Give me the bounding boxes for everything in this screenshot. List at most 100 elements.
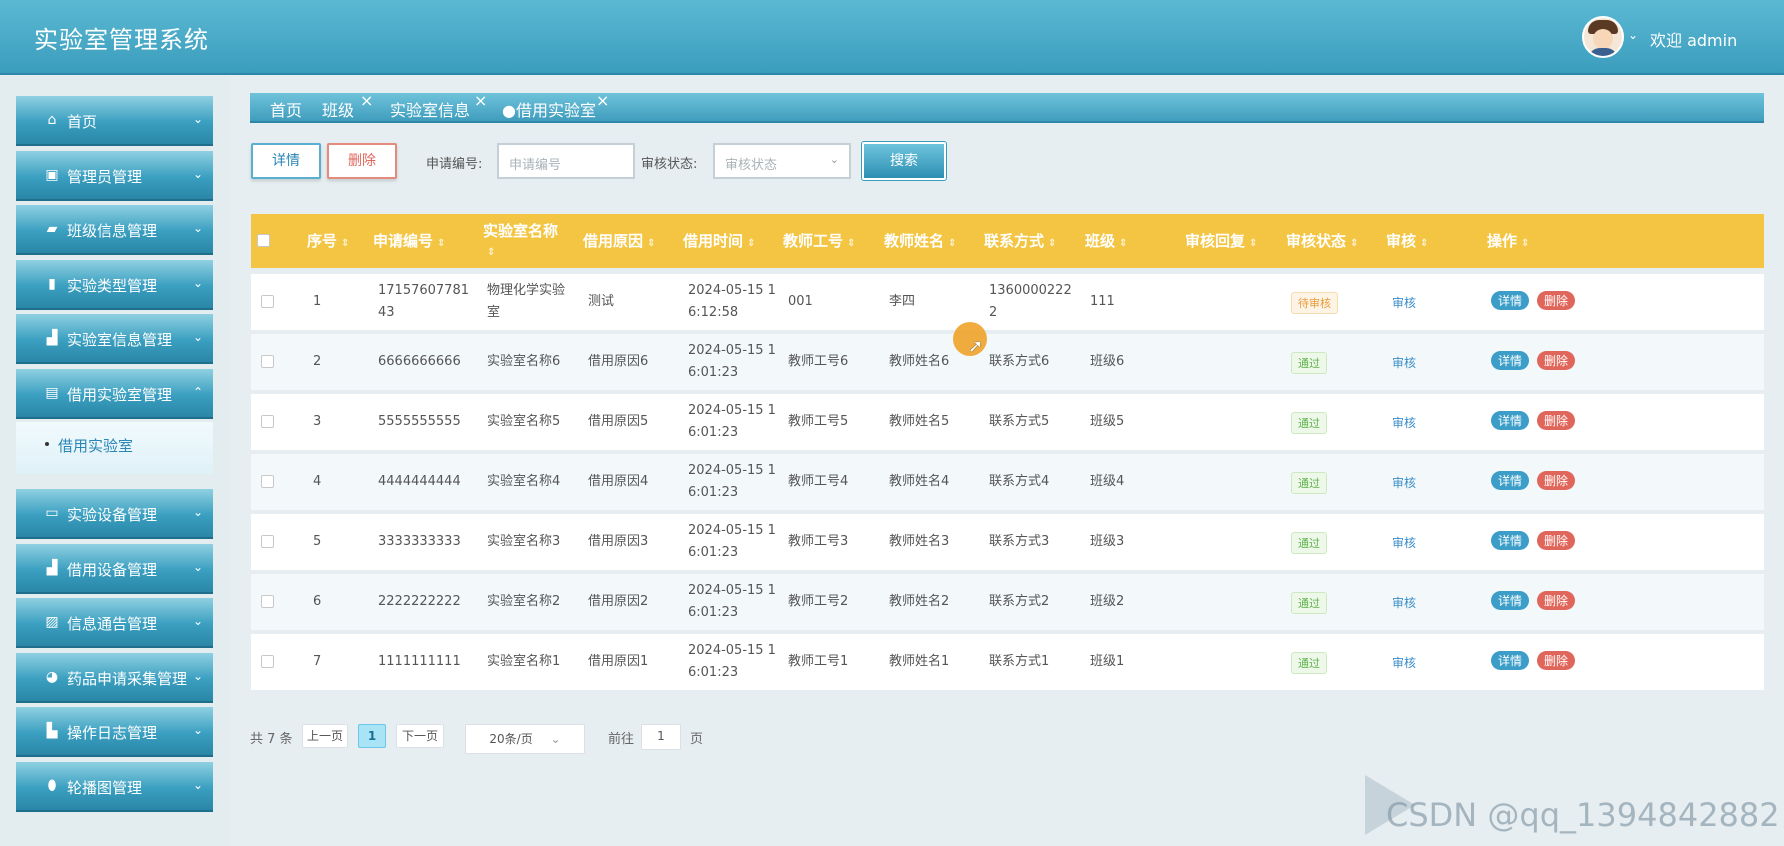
sidebar-item-8[interactable]: ▟ 借用设备管理 ⌄ [16, 544, 213, 594]
tab-borrow-lab[interactable]: ●借用实验室 × [502, 91, 609, 121]
sort-icon[interactable]: ⇕ [1048, 238, 1056, 249]
sidebar-item-6[interactable]: ▤ 借用实验室管理 ⌃ [16, 369, 213, 419]
row-detail-button[interactable]: 详情 [1491, 591, 1530, 610]
app-no-input[interactable]: 申请编号 [497, 143, 635, 179]
th-index[interactable]: 序号 ⇕ [307, 230, 349, 251]
audit-link[interactable]: 审核 [1392, 354, 1416, 371]
sidebar-item-11[interactable]: ▙ 操作日志管理 ⌄ [16, 707, 213, 757]
table-row[interactable]: 4 4444444444 实验室名称4 借用原因4 2024-05-15 16:01:2… [251, 454, 1764, 510]
sort-icon[interactable]: ⇕ [1119, 238, 1127, 249]
sidebar-item-3[interactable]: ▰ 班级信息管理 ⌄ [16, 205, 213, 255]
sort-icon[interactable]: ⇕ [948, 238, 956, 249]
search-button[interactable]: 搜索 [861, 141, 947, 181]
tab-home[interactable]: 首页 [270, 97, 302, 121]
sidebar-item-10[interactable]: ◕ 药品申请采集管理 ⌄ [16, 653, 213, 703]
audit-link[interactable]: 审核 [1392, 474, 1416, 491]
table-row[interactable]: 3 5555555555 实验室名称5 借用原因5 2024-05-15 16:01:2… [251, 394, 1764, 450]
delete-button[interactable]: 删除 [327, 143, 397, 179]
th-teacher-no[interactable]: 教师工号 ⇕ [783, 230, 855, 251]
row-delete-button[interactable]: 删除 [1537, 651, 1576, 670]
audit-link[interactable]: 审核 [1392, 654, 1416, 671]
cell-cls: 班级2 [1090, 594, 1125, 609]
th-teacher-name[interactable]: 教师姓名 ⇕ [884, 230, 956, 251]
row-delete-button[interactable]: 删除 [1537, 291, 1576, 310]
close-icon[interactable]: × [360, 91, 373, 110]
sort-icon[interactable]: ⇕ [1350, 238, 1358, 249]
row-detail-button[interactable]: 详情 [1491, 291, 1530, 310]
table-row[interactable]: 7 1111111111 实验室名称1 借用原因1 2024-05-15 16:01:2… [251, 634, 1764, 690]
row-checkbox[interactable] [261, 355, 274, 368]
th-status[interactable]: 审核状态 ⇕ [1286, 230, 1358, 251]
chevron-down-icon[interactable]: ⌄ [1628, 28, 1638, 42]
audit-link[interactable]: 审核 [1392, 414, 1416, 431]
tab-class[interactable]: 班级 × [322, 91, 373, 121]
sidebar-item-2[interactable]: ▣ 管理员管理 ⌄ [16, 151, 213, 201]
th-lab-name[interactable]: 实验室名称 ⇕ [483, 220, 558, 259]
sort-icon[interactable]: ⇕ [847, 238, 855, 249]
th-label: 申请编号 [373, 232, 434, 250]
cell-phone: 联系方式1 [989, 654, 1050, 669]
audit-link[interactable]: 审核 [1392, 534, 1416, 551]
cell-no: 3333333333 [378, 534, 461, 549]
table-row[interactable]: 6 2222222222 实验室名称2 借用原因2 2024-05-15 16:01:2… [251, 574, 1764, 630]
goto-page-input[interactable]: 1 [641, 724, 681, 750]
table-row[interactable]: 2 6666666666 实验室名称6 借用原因6 2024-05-15 16:01:2… [251, 334, 1764, 390]
welcome-text[interactable]: 欢迎 admin [1650, 27, 1737, 51]
row-checkbox[interactable] [261, 595, 274, 608]
sidebar-item-4[interactable]: ▮ 实验类型管理 ⌄ [16, 260, 213, 310]
row-detail-button[interactable]: 详情 [1491, 651, 1530, 670]
sort-icon[interactable]: ⇕ [647, 238, 655, 249]
sidebar-item-9[interactable]: ▨ 信息通告管理 ⌄ [16, 598, 213, 648]
row-checkbox[interactable] [261, 415, 274, 428]
row-delete-button[interactable]: 删除 [1537, 531, 1576, 550]
row-delete-button[interactable]: 删除 [1537, 591, 1576, 610]
close-icon[interactable]: × [474, 91, 487, 110]
row-delete-button[interactable]: 删除 [1537, 351, 1576, 370]
sort-icon[interactable]: ⇕ [747, 238, 755, 249]
th-class[interactable]: 班级 ⇕ [1085, 230, 1127, 251]
row-checkbox[interactable] [261, 655, 274, 668]
th-phone[interactable]: 联系方式 ⇕ [984, 230, 1056, 251]
row-detail-button[interactable]: 详情 [1491, 471, 1530, 490]
sidebar-item-5[interactable]: ▟ 实验室信息管理 ⌄ [16, 314, 213, 364]
th-reply[interactable]: 审核回复 ⇕ [1185, 230, 1257, 251]
page-1-button[interactable]: 1 [358, 724, 386, 748]
row-detail-button[interactable]: 详情 [1491, 531, 1530, 550]
audit-link[interactable]: 审核 [1392, 594, 1416, 611]
sort-icon[interactable]: ⇕ [1249, 238, 1257, 249]
detail-button[interactable]: 详情 [251, 143, 321, 179]
th-audit[interactable]: 审核 ⇕ [1386, 230, 1428, 251]
sidebar-item-12[interactable]: ⬮ 轮播图管理 ⌄ [16, 762, 213, 812]
table-row[interactable]: 5 3333333333 实验室名称3 借用原因3 2024-05-15 16:01:2… [251, 514, 1764, 570]
sort-icon[interactable]: ⇕ [1420, 238, 1428, 249]
row-delete-button[interactable]: 删除 [1537, 411, 1576, 430]
select-all-checkbox[interactable] [257, 234, 270, 247]
th-actions[interactable]: 操作 ⇕ [1487, 230, 1529, 251]
audit-link[interactable]: 审核 [1392, 294, 1416, 311]
sidebar-item-7[interactable]: ▭ 实验设备管理 ⌄ [16, 489, 213, 539]
row-delete-button[interactable]: 删除 [1537, 471, 1576, 490]
home-icon: ⌂ [47, 112, 57, 128]
row-detail-button[interactable]: 详情 [1491, 351, 1530, 370]
sort-icon[interactable]: ⇕ [487, 247, 495, 258]
sort-icon[interactable]: ⇕ [1521, 238, 1529, 249]
tab-lab-info[interactable]: 实验室信息 × [390, 91, 487, 121]
avatar[interactable] [1582, 16, 1624, 58]
page-size-select[interactable]: 20条/页 ⌄ [465, 724, 585, 754]
sidebar-subitem-borrow-lab[interactable]: 借用实验室 [16, 422, 213, 474]
row-checkbox[interactable] [261, 475, 274, 488]
sort-icon[interactable]: ⇕ [437, 238, 445, 249]
sort-icon[interactable]: ⇕ [341, 238, 349, 249]
status-select[interactable]: 审核状态 ⌄ [713, 143, 851, 179]
th-time[interactable]: 借用时间 ⇕ [683, 230, 755, 251]
th-reason[interactable]: 借用原因 ⇕ [583, 230, 655, 251]
next-page-button[interactable]: 下一页 [396, 724, 444, 748]
close-icon[interactable]: × [596, 91, 609, 110]
row-checkbox[interactable] [261, 295, 274, 308]
row-detail-button[interactable]: 详情 [1491, 411, 1530, 430]
table-row[interactable]: 1 1715760778143 物理化学实验室 测试 2024-05-15 16:12:… [251, 274, 1764, 330]
row-checkbox[interactable] [261, 535, 274, 548]
th-app-no[interactable]: 申请编号 ⇕ [373, 230, 445, 251]
sidebar-item-1[interactable]: ⌂ 首页 ⌄ [16, 96, 213, 146]
prev-page-button[interactable]: 上一页 [302, 724, 348, 748]
